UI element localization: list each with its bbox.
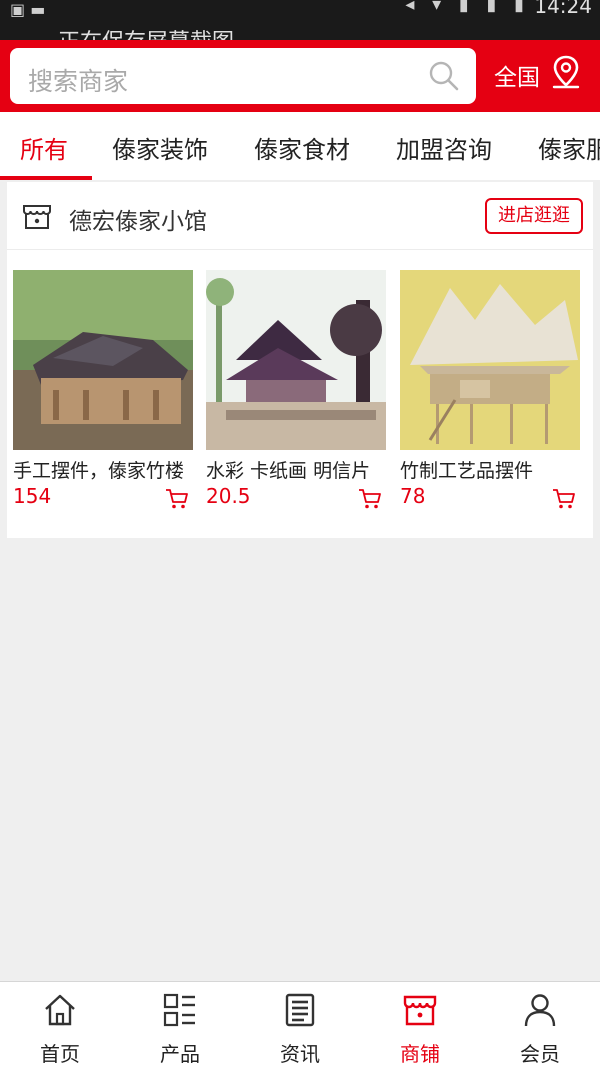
- visit-shop-button[interactable]: 进店逛逛: [485, 198, 583, 234]
- status-left-icons: ▣ ▬: [10, 0, 46, 19]
- product-price: 154: [13, 484, 52, 508]
- grid-list-icon: [163, 993, 195, 1027]
- nav-member[interactable]: 会员: [480, 990, 600, 1066]
- product-price: 78: [400, 484, 426, 508]
- product-image[interactable]: [13, 270, 193, 450]
- cart-icon[interactable]: [358, 488, 382, 510]
- nav-label: 首页: [40, 1042, 80, 1066]
- region-selector[interactable]: 全国: [494, 58, 540, 92]
- tab-all[interactable]: 所有: [20, 130, 68, 165]
- nav-shops[interactable]: 商铺: [360, 990, 480, 1066]
- tab-dai-decoration[interactable]: 傣家装饰: [112, 130, 208, 165]
- status-system-icons: ◂ ▾ ▮ ▮ ▮: [405, 0, 530, 15]
- status-notification: 正在保存屏幕截图: [58, 24, 234, 40]
- nav-label: 会员: [520, 1042, 560, 1066]
- status-time: 14:24: [534, 0, 592, 18]
- nav-label: 产品: [160, 1042, 200, 1066]
- tab-franchise-consulting[interactable]: 加盟咨询: [396, 130, 492, 165]
- shop-card: 德宏傣家小馆 进店逛逛 手工摆件，傣家竹楼 154 水彩 卡纸画 明信片 20.…: [7, 182, 593, 538]
- shop-name: 德宏傣家小馆: [69, 209, 207, 235]
- search-icon[interactable]: [428, 60, 460, 92]
- product-name: 水彩 卡纸画 明信片: [206, 460, 371, 482]
- bottom-navigation: 首页 产品 资讯 商铺 会员: [0, 981, 600, 1067]
- nav-home[interactable]: 首页: [0, 990, 120, 1066]
- cart-icon[interactable]: [165, 488, 189, 510]
- category-tabs: 所有 傣家装饰 傣家食材 加盟咨询 傣家服: [0, 112, 600, 180]
- product-price: 20.5: [206, 484, 251, 508]
- tab-dai-ingredients[interactable]: 傣家食材: [254, 130, 350, 165]
- store-icon: [403, 995, 437, 1026]
- home-icon: [45, 994, 75, 1026]
- news-icon: [285, 993, 315, 1027]
- nav-label: 商铺: [400, 1042, 440, 1066]
- header-bar: 搜索商家 全国: [0, 40, 600, 112]
- product-image[interactable]: [206, 270, 386, 450]
- active-tab-indicator: [0, 176, 92, 180]
- status-bar: ▣ ▬ 正在保存屏幕截图 ◂ ▾ ▮ ▮ ▮ 14:24: [0, 0, 600, 40]
- search-placeholder: 搜索商家: [28, 67, 129, 96]
- nav-label: 资讯: [280, 1042, 320, 1066]
- store-icon: [23, 205, 51, 229]
- location-pin-icon[interactable]: [550, 54, 582, 90]
- product-name: 手工摆件，傣家竹楼: [13, 460, 185, 482]
- product-image[interactable]: [400, 270, 580, 450]
- search-input[interactable]: 搜索商家: [10, 48, 476, 104]
- cart-icon[interactable]: [552, 488, 576, 510]
- tab-dai-clothing[interactable]: 傣家服: [538, 130, 600, 165]
- user-icon: [524, 994, 556, 1027]
- nav-news[interactable]: 资讯: [240, 990, 360, 1066]
- shop-header[interactable]: 德宏傣家小馆 进店逛逛: [7, 182, 593, 250]
- nav-products[interactable]: 产品: [120, 990, 240, 1066]
- product-name: 竹制工艺品摆件: [400, 460, 534, 482]
